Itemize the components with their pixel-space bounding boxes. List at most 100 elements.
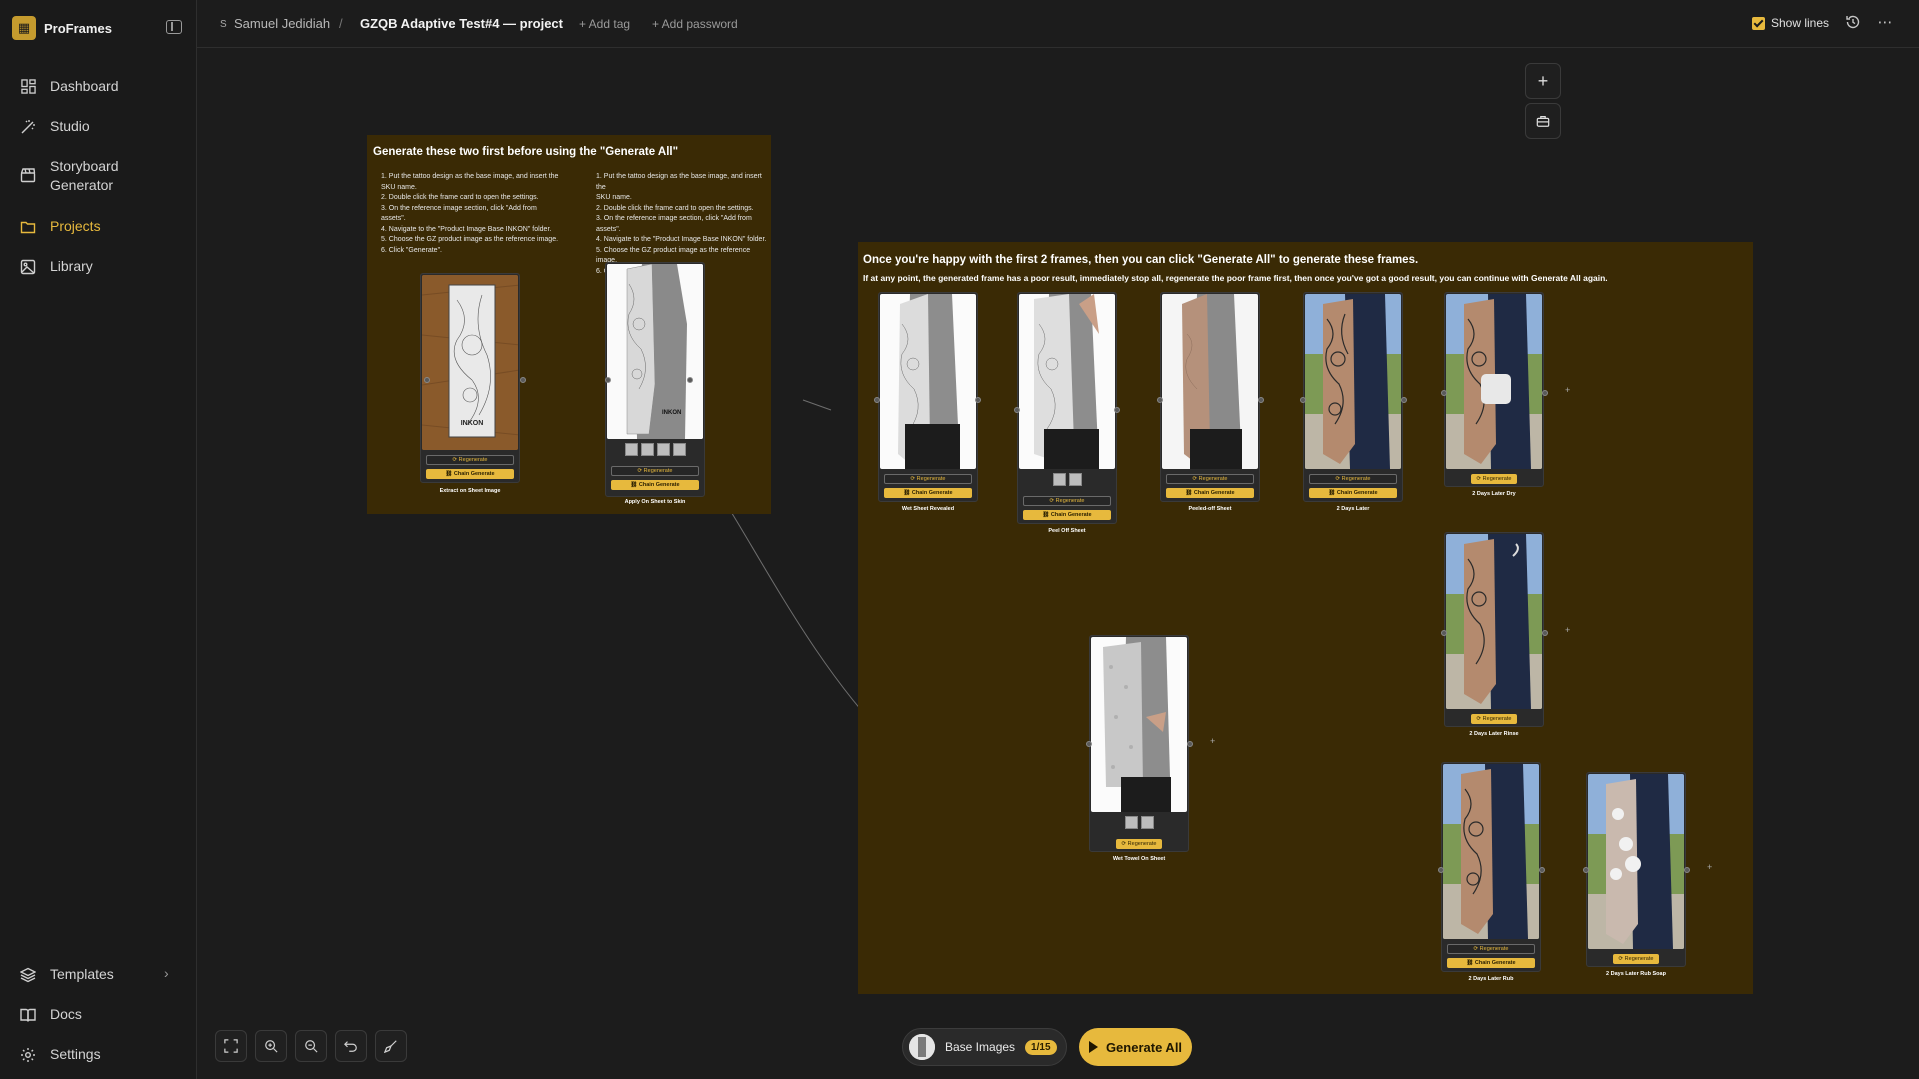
chain-generate-button[interactable]: ⛓ Chain Generate bbox=[1166, 488, 1254, 498]
regenerate-button[interactable]: ⟳ Regenerate bbox=[1613, 954, 1659, 964]
connection-port[interactable] bbox=[975, 397, 981, 403]
expand-icon bbox=[224, 1039, 238, 1053]
history-icon[interactable] bbox=[1844, 14, 1862, 32]
show-lines-toggle[interactable]: Show lines bbox=[1752, 16, 1829, 30]
sidebar-item-projects[interactable]: Projects bbox=[20, 217, 101, 236]
reference-thumbnail[interactable] bbox=[1140, 816, 1154, 829]
brand[interactable]: ▦ ProFrames bbox=[12, 16, 112, 40]
regenerate-button[interactable]: ⟳ Regenerate bbox=[1309, 474, 1397, 484]
connection-port[interactable] bbox=[1014, 407, 1020, 413]
sidebar-item-library[interactable]: Library bbox=[20, 257, 93, 276]
connection-port[interactable] bbox=[1441, 390, 1447, 396]
chain-generate-button[interactable]: ⛓ Chain Generate bbox=[1023, 510, 1111, 520]
sidebar-item-storyboard-generator[interactable]: Storyboard Generator bbox=[20, 157, 118, 195]
frame-card[interactable]: ⟳ Regenerate ⛓ Chain Generate 2 Days Lat… bbox=[1303, 292, 1403, 512]
regenerate-button[interactable]: ⟳ Regenerate bbox=[1166, 474, 1254, 484]
connection-port[interactable] bbox=[1157, 397, 1163, 403]
zoom-out-button[interactable] bbox=[295, 1030, 327, 1062]
sidebar-item-dashboard[interactable]: Dashboard bbox=[20, 77, 119, 96]
frame-card[interactable]: ⟳ Regenerate Wet Towel On Sheet bbox=[1089, 635, 1189, 862]
group-title: Once you're happy with the first 2 frame… bbox=[863, 254, 1419, 266]
flow-canvas[interactable]: Generate these two first before using th… bbox=[197, 49, 1919, 1079]
frame-card[interactable]: ⟳ Regenerate 2 Days Later Dry bbox=[1444, 292, 1544, 497]
connection-port[interactable] bbox=[1401, 397, 1407, 403]
regenerate-button[interactable]: ⟳ Regenerate bbox=[1447, 944, 1535, 954]
connection-port[interactable] bbox=[1542, 390, 1548, 396]
zoom-in-button[interactable] bbox=[255, 1030, 287, 1062]
sidebar-item-settings[interactable]: Settings bbox=[20, 1045, 101, 1064]
connection-port[interactable] bbox=[424, 377, 430, 383]
group-subtitle: If at any point, the generated frame has… bbox=[863, 273, 1608, 283]
add-next-frame-icon[interactable]: + bbox=[1707, 862, 1712, 872]
connection-port[interactable] bbox=[520, 377, 526, 383]
chevron-right-icon[interactable]: › bbox=[164, 965, 169, 981]
chain-generate-button[interactable]: ⛓ Chain Generate bbox=[611, 480, 699, 490]
chain-generate-button[interactable]: ⛓ Chain Generate bbox=[1309, 488, 1397, 498]
base-images-button[interactable]: Base Images 1/15 bbox=[902, 1028, 1067, 1066]
sidebar-item-docs[interactable]: Docs bbox=[20, 1005, 82, 1024]
connection-port[interactable] bbox=[1441, 630, 1447, 636]
add-next-frame-icon[interactable]: + bbox=[1565, 385, 1570, 395]
app-root: ▦ ProFrames Dashboard Studio Storyboard … bbox=[0, 0, 1919, 1079]
frame-card[interactable]: ⟳ Regenerate 2 Days Later Rinse bbox=[1444, 532, 1544, 737]
undo-button[interactable] bbox=[335, 1030, 367, 1062]
breadcrumb-user[interactable]: Samuel Jedidiah bbox=[234, 16, 330, 31]
connection-port[interactable] bbox=[1542, 630, 1548, 636]
regenerate-button[interactable]: ⟳ Regenerate bbox=[611, 466, 699, 476]
connection-port[interactable] bbox=[687, 377, 693, 383]
connection-port[interactable] bbox=[1258, 397, 1264, 403]
breadcrumb-project[interactable]: GZQB Adaptive Test#4 — project bbox=[360, 16, 563, 31]
sidebar-item-studio[interactable]: Studio bbox=[20, 117, 90, 136]
connection-port[interactable] bbox=[1684, 867, 1690, 873]
show-lines-checkbox[interactable] bbox=[1752, 16, 1765, 30]
reference-thumbnail[interactable] bbox=[1068, 473, 1082, 486]
frame-card[interactable]: INKON ⟳ Regenerate ⛓ Chain Generate Extr… bbox=[420, 273, 520, 494]
connection-port[interactable] bbox=[1438, 867, 1444, 873]
frame-card[interactable]: ⟳ Regenerate ⛓ Chain Generate 2 Days Lat… bbox=[1441, 762, 1541, 982]
group-initial-frames[interactable]: Generate these two first before using th… bbox=[367, 135, 771, 514]
sidebar-item-templates[interactable]: Templates bbox=[20, 965, 114, 984]
reference-thumbnail[interactable] bbox=[672, 443, 686, 456]
regenerate-button[interactable]: ⟳ Regenerate bbox=[1023, 496, 1111, 506]
connection-port[interactable] bbox=[1086, 741, 1092, 747]
instructions-left: 1. Put the tattoo design as the base ima… bbox=[381, 173, 559, 254]
reference-thumbnail[interactable] bbox=[1124, 816, 1138, 829]
clean-layout-button[interactable] bbox=[375, 1030, 407, 1062]
assets-button[interactable] bbox=[1525, 103, 1561, 139]
fit-view-button[interactable] bbox=[215, 1030, 247, 1062]
connection-port[interactable] bbox=[874, 397, 880, 403]
add-next-frame-icon[interactable]: + bbox=[1210, 736, 1215, 746]
generate-all-button[interactable]: Generate All bbox=[1079, 1028, 1192, 1066]
reference-thumbnail[interactable] bbox=[624, 443, 638, 456]
connection-port[interactable] bbox=[1583, 867, 1589, 873]
add-node-button[interactable]: + bbox=[1525, 63, 1561, 99]
add-tag-button[interactable]: + Add tag bbox=[579, 17, 630, 31]
chain-generate-button[interactable]: ⛓ Chain Generate bbox=[884, 488, 972, 498]
chain-generate-button[interactable]: ⛓ Chain Generate bbox=[1447, 958, 1535, 968]
reference-thumbnail[interactable] bbox=[1052, 473, 1066, 486]
reference-thumbnail[interactable] bbox=[656, 443, 670, 456]
add-password-button[interactable]: + Add password bbox=[652, 17, 738, 31]
frame-card[interactable]: ⟳ Regenerate ⛓ Chain Generate Peel Off S… bbox=[1017, 292, 1117, 534]
connection-port[interactable] bbox=[1114, 407, 1120, 413]
reference-thumbnails bbox=[1090, 816, 1188, 829]
regenerate-button[interactable]: ⟳ Regenerate bbox=[1471, 714, 1517, 724]
chain-generate-button[interactable]: ⛓ Chain Generate bbox=[426, 469, 514, 479]
reference-thumbnail[interactable] bbox=[640, 443, 654, 456]
more-options-icon[interactable]: ⋯ bbox=[1876, 14, 1894, 32]
regenerate-button[interactable]: ⟳ Regenerate bbox=[884, 474, 972, 484]
connection-port[interactable] bbox=[1187, 741, 1193, 747]
connection-port[interactable] bbox=[605, 377, 611, 383]
add-next-frame-icon[interactable]: + bbox=[1565, 625, 1570, 635]
frame-card[interactable]: ⟳ Regenerate 2 Days Later Rub Soap bbox=[1586, 772, 1686, 977]
user-initial: S bbox=[220, 19, 227, 30]
group-generate-all-frames[interactable]: Once you're happy with the first 2 frame… bbox=[858, 242, 1753, 994]
connection-port[interactable] bbox=[1539, 867, 1545, 873]
regenerate-button[interactable]: ⟳ Regenerate bbox=[426, 455, 514, 465]
connection-port[interactable] bbox=[1300, 397, 1306, 403]
frame-card[interactable]: ⟳ Regenerate ⛓ Chain Generate Peeled-off… bbox=[1160, 292, 1260, 512]
regenerate-button[interactable]: ⟳ Regenerate bbox=[1116, 839, 1162, 849]
sidebar-collapse-icon[interactable] bbox=[166, 20, 182, 34]
regenerate-button[interactable]: ⟳ Regenerate bbox=[1471, 474, 1517, 484]
frame-card[interactable]: ⟳ Regenerate ⛓ Chain Generate Wet Sheet … bbox=[878, 292, 978, 512]
